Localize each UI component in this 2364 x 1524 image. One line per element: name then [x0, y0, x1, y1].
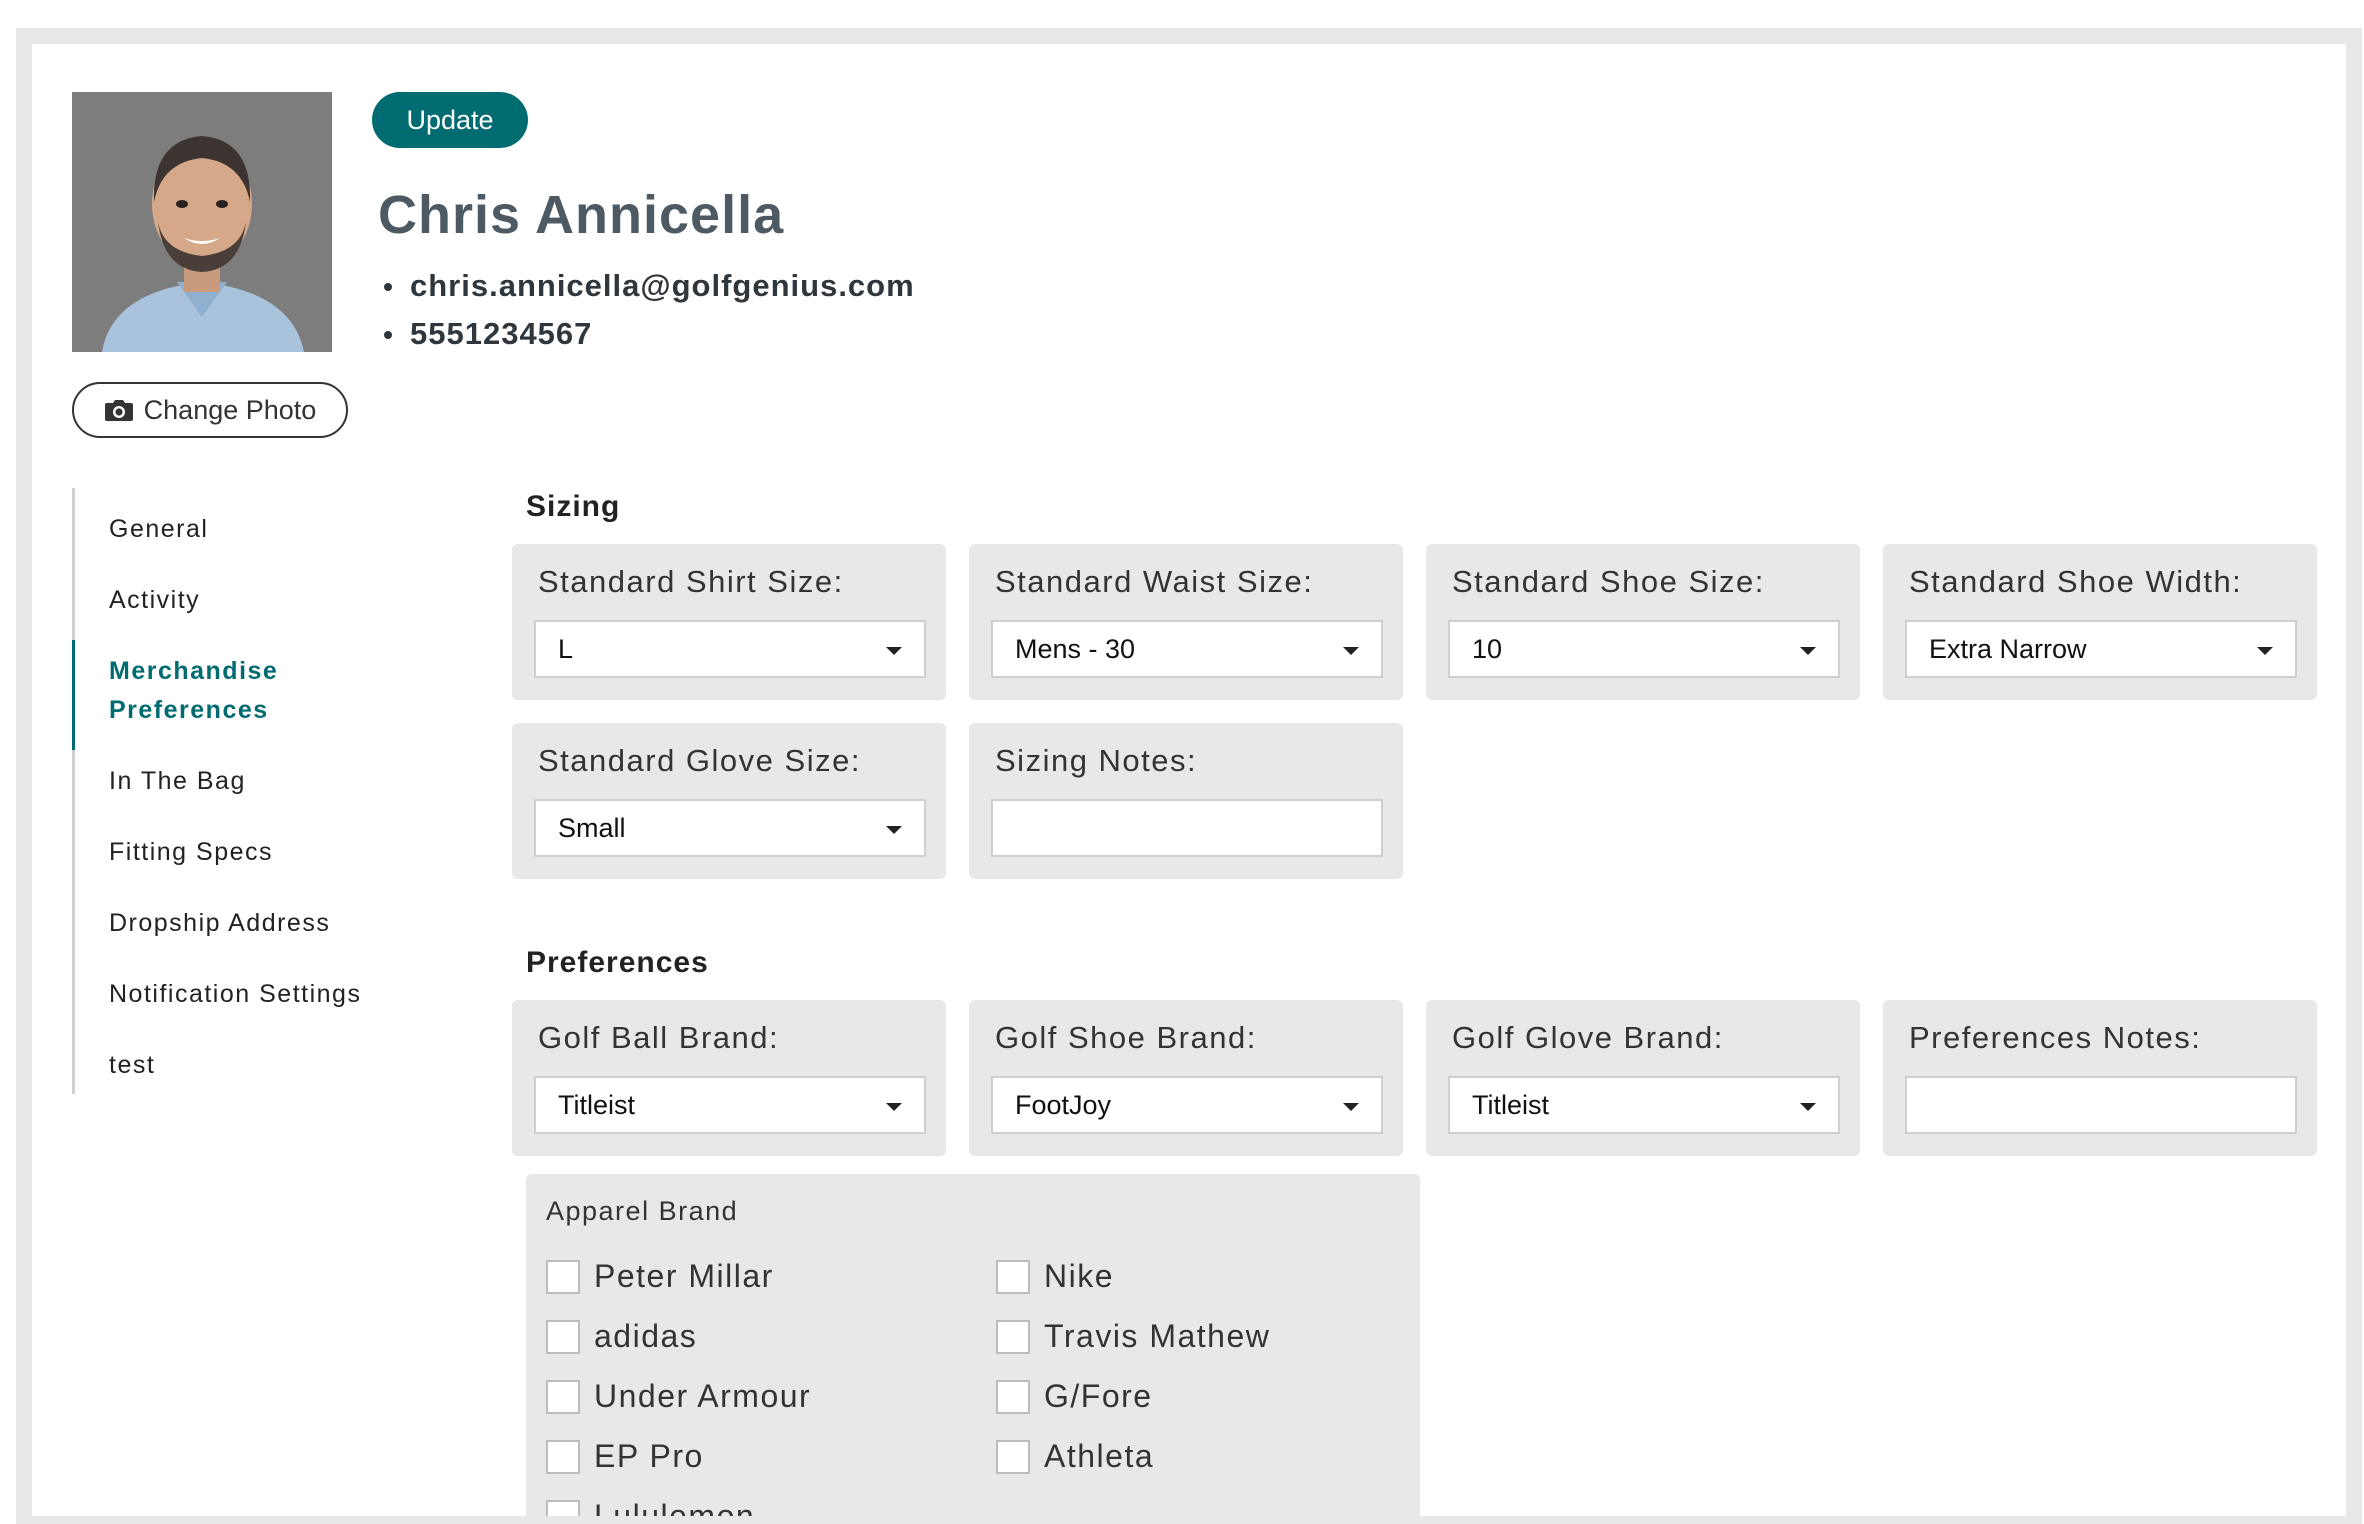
sidebar-item-activity[interactable]: Activity: [75, 581, 435, 620]
glove-size-value: Small: [558, 812, 626, 843]
glove-size-label: Standard Glove Size:: [538, 743, 861, 778]
shoe-brand-label: Golf Shoe Brand:: [995, 1020, 1257, 1055]
preferences-notes-label: Preferences Notes:: [1909, 1020, 2202, 1055]
shoe-size-card: Standard Shoe Size: 10: [1426, 544, 1860, 700]
chevron-down-icon: [1343, 1103, 1359, 1111]
checkbox[interactable]: [996, 1259, 1030, 1294]
glove-brand-card: Golf Glove Brand: Titleist: [1426, 1000, 1860, 1156]
apparel-checkbox-peter-millar[interactable]: Peter Millar: [546, 1258, 774, 1295]
shirt-size-select[interactable]: L: [534, 620, 926, 678]
checkbox-label: Athleta: [1044, 1438, 1155, 1474]
profile-page: Update Chris Annicella chris.annicella@g…: [32, 44, 2346, 1516]
chevron-down-icon: [1800, 1103, 1816, 1111]
checkbox[interactable]: [546, 1439, 580, 1474]
chevron-down-icon: [1800, 647, 1816, 655]
chevron-down-icon: [886, 647, 902, 655]
apparel-checkbox-under-armour[interactable]: Under Armour: [546, 1378, 811, 1415]
avatar: [72, 92, 332, 352]
shirt-size-card: Standard Shirt Size: L: [512, 544, 946, 700]
shoe-size-label: Standard Shoe Size:: [1452, 564, 1765, 599]
preferences-notes-card: Preferences Notes:: [1883, 1000, 2317, 1156]
sizing-notes-card: Sizing Notes:: [969, 723, 1403, 879]
change-photo-label: Change Photo: [143, 394, 317, 425]
sizing-notes-input[interactable]: [991, 799, 1383, 857]
glove-size-select[interactable]: Small: [534, 799, 926, 857]
shoe-brand-value: FootJoy: [1015, 1089, 1112, 1120]
glove-brand-label: Golf Glove Brand:: [1452, 1020, 1724, 1055]
shirt-size-label: Standard Shirt Size:: [538, 564, 844, 599]
apparel-checkbox-nike[interactable]: Nike: [996, 1258, 1114, 1295]
avatar-photo-icon: [72, 92, 332, 352]
waist-size-value: Mens - 30: [1015, 633, 1136, 664]
checkbox[interactable]: [996, 1379, 1030, 1414]
checkbox-label: adidas: [594, 1318, 698, 1354]
ball-brand-select[interactable]: Titleist: [534, 1076, 926, 1134]
apparel-checkbox-lululemon[interactable]: Lululemon: [546, 1498, 755, 1516]
preferences-section-title: Preferences: [526, 946, 709, 979]
ball-brand-value: Titleist: [558, 1089, 636, 1120]
update-button[interactable]: Update: [372, 92, 528, 148]
chevron-down-icon: [886, 826, 902, 834]
apparel-checkbox-gfore[interactable]: G/Fore: [996, 1378, 1153, 1415]
checkbox-label: Travis Mathew: [1044, 1318, 1271, 1354]
shoe-brand-select[interactable]: FootJoy: [991, 1076, 1383, 1134]
apparel-checkbox-athleta[interactable]: Athleta: [996, 1438, 1154, 1475]
apparel-brand-title: Apparel Brand: [546, 1196, 739, 1226]
glove-brand-value: Titleist: [1472, 1089, 1550, 1120]
user-name: Chris Annicella: [378, 185, 785, 245]
apparel-checkbox-ep-pro[interactable]: EP Pro: [546, 1438, 704, 1475]
ball-brand-card: Golf Ball Brand: Titleist: [512, 1000, 946, 1156]
chevron-down-icon: [2257, 647, 2273, 655]
contact-list: chris.annicella@golfgenius.com 555123456…: [384, 262, 915, 358]
ball-brand-label: Golf Ball Brand:: [538, 1020, 780, 1055]
checkbox-label: Lululemon: [594, 1498, 756, 1516]
shoe-width-value: Extra Narrow: [1929, 633, 2087, 664]
shoe-size-select[interactable]: 10: [1448, 620, 1840, 678]
sidebar-item-dropship-address[interactable]: Dropship Address: [75, 904, 435, 943]
apparel-checkbox-adidas[interactable]: adidas: [546, 1318, 697, 1355]
sidebar-item-general[interactable]: General: [75, 510, 435, 549]
user-email: chris.annicella@golfgenius.com: [384, 262, 915, 310]
glove-brand-select[interactable]: Titleist: [1448, 1076, 1840, 1134]
checkbox[interactable]: [546, 1319, 580, 1354]
user-phone: 5551234567: [384, 310, 915, 358]
sizing-notes-label: Sizing Notes:: [995, 743, 1198, 778]
checkbox-label: Under Armour: [594, 1378, 812, 1414]
preferences-notes-input[interactable]: [1905, 1076, 2297, 1134]
waist-size-label: Standard Waist Size:: [995, 564, 1314, 599]
waist-size-select[interactable]: Mens - 30: [991, 620, 1383, 678]
app-frame: Update Chris Annicella chris.annicella@g…: [16, 28, 2362, 1524]
shoe-width-label: Standard Shoe Width:: [1909, 564, 2243, 599]
shoe-width-card: Standard Shoe Width: Extra Narrow: [1883, 544, 2317, 700]
checkbox-label: EP Pro: [594, 1438, 704, 1474]
shirt-size-value: L: [558, 633, 574, 664]
change-photo-button[interactable]: Change Photo: [72, 382, 348, 438]
sidebar-nav: General Activity Merchandise Preferences…: [72, 488, 435, 1094]
sidebar-item-test[interactable]: test: [75, 1046, 435, 1085]
glove-size-card: Standard Glove Size: Small: [512, 723, 946, 879]
shoe-width-select[interactable]: Extra Narrow: [1905, 620, 2297, 678]
sidebar-item-fitting-specs[interactable]: Fitting Specs: [75, 833, 435, 872]
sidebar-item-merchandise-preferences[interactable]: Merchandise Preferences: [72, 640, 335, 750]
sidebar-item-in-the-bag[interactable]: In The Bag: [75, 762, 435, 801]
chevron-down-icon: [1343, 647, 1359, 655]
checkbox-label: Nike: [1044, 1258, 1115, 1294]
checkbox[interactable]: [546, 1499, 580, 1516]
shoe-size-value: 10: [1472, 633, 1503, 664]
checkbox-label: Peter Millar: [594, 1258, 774, 1294]
camera-icon: [104, 400, 133, 421]
apparel-brand-card: Apparel Brand Peter Millar Nike adidas T…: [526, 1174, 1420, 1516]
checkbox-label: G/Fore: [1044, 1378, 1153, 1414]
checkbox[interactable]: [996, 1319, 1030, 1354]
sidebar-item-notification-settings[interactable]: Notification Settings: [75, 975, 435, 1014]
waist-size-card: Standard Waist Size: Mens - 30: [969, 544, 1403, 700]
checkbox[interactable]: [546, 1379, 580, 1414]
checkbox[interactable]: [546, 1259, 580, 1294]
checkbox[interactable]: [996, 1439, 1030, 1474]
shoe-brand-card: Golf Shoe Brand: FootJoy: [969, 1000, 1403, 1156]
chevron-down-icon: [886, 1103, 902, 1111]
sizing-section-title: Sizing: [526, 490, 621, 523]
apparel-checkbox-travis-mathew[interactable]: Travis Mathew: [996, 1318, 1270, 1355]
